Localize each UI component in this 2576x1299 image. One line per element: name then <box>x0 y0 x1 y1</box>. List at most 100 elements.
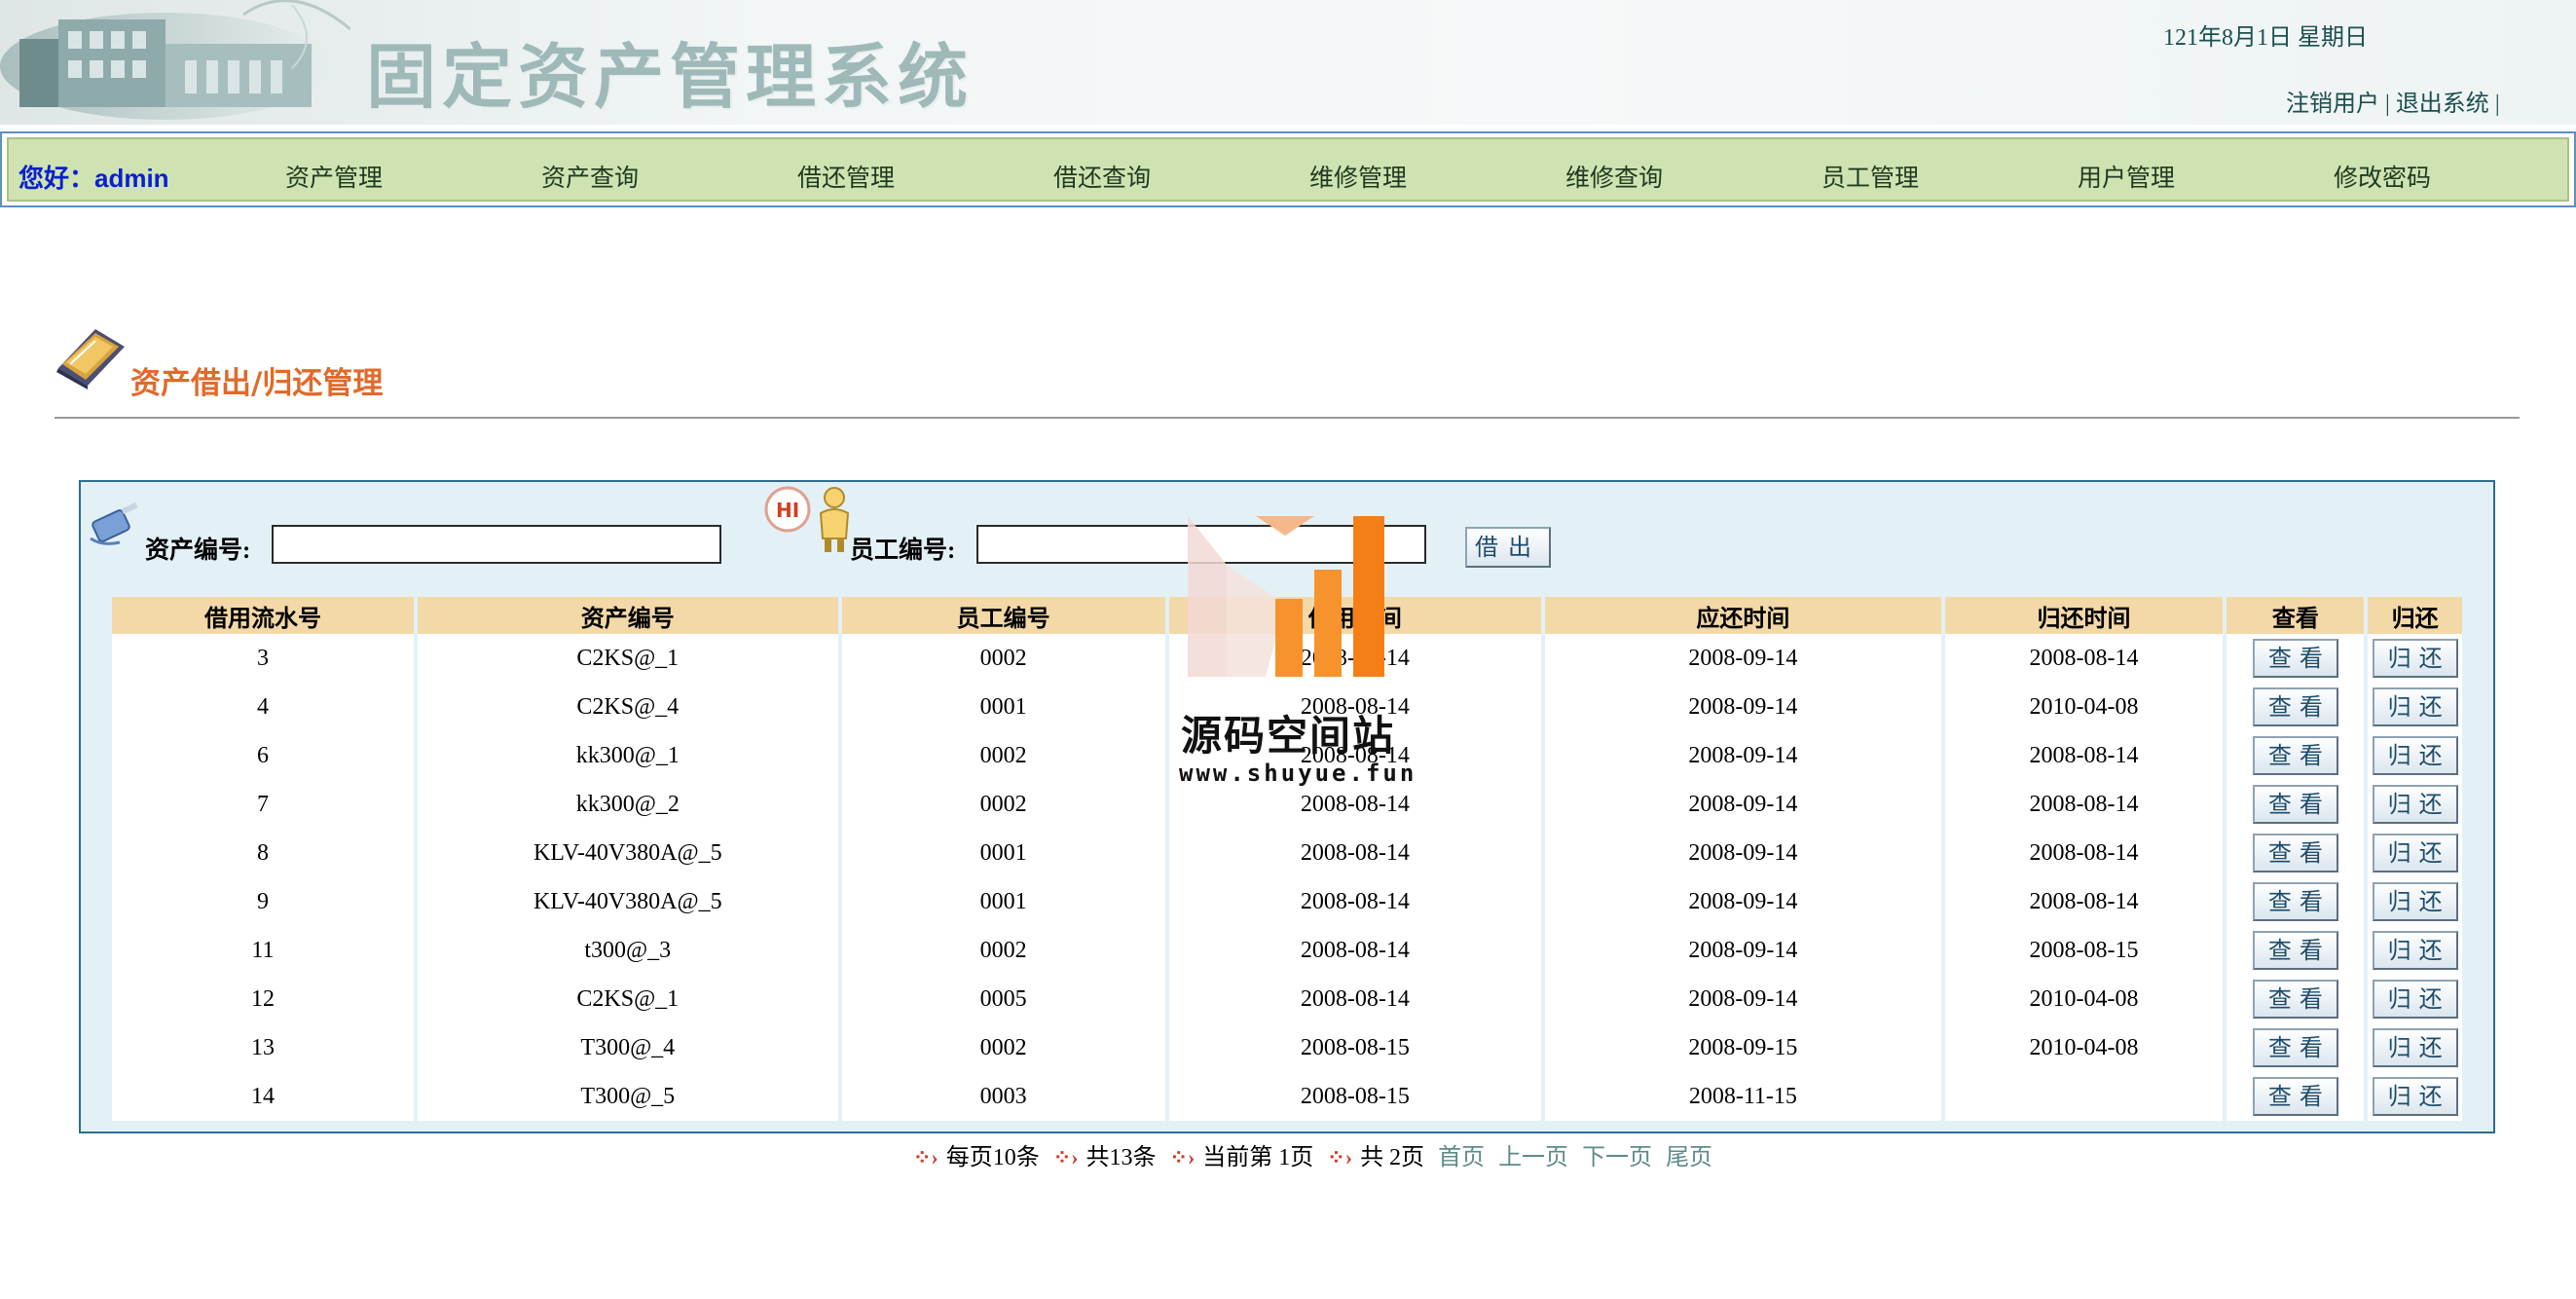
section-divider <box>55 417 2520 419</box>
cell-view: 查看 <box>2226 1072 2365 1121</box>
col-header-serial: 借用流水号 <box>112 597 414 634</box>
view-button[interactable]: 查看 <box>2252 882 2338 921</box>
cell-serial: 8 <box>112 829 414 877</box>
col-header-employee-number: 员工编号 <box>841 597 1165 634</box>
prev-page-link[interactable]: 上一页 <box>1498 1145 1568 1170</box>
red-arrow-icon: ⁘› <box>1169 1145 1196 1169</box>
cell-return: 归还 <box>2368 731 2462 780</box>
cell-return-time: 2010-04-08 <box>1944 1023 2224 1072</box>
cell-serial: 3 <box>112 634 414 683</box>
view-button[interactable]: 查看 <box>2252 980 2338 1019</box>
table-row: 12 C2KS@_1 0005 2008-08-14 2008-09-14 2010-04… <box>112 975 2462 1023</box>
header: 固定资产管理系统 121年8月1日 星期日 注销用户 | 退出系统 | <box>0 0 2576 125</box>
nav-item-borrow-management[interactable]: 借还管理 <box>797 159 895 194</box>
return-button[interactable]: 归还 <box>2372 687 2458 726</box>
cell-view: 查看 <box>2226 926 2365 975</box>
cell-return-time: 2008-08-14 <box>1944 731 2224 780</box>
col-header-asset-number: 资产编号 <box>417 597 838 634</box>
return-button[interactable]: 归还 <box>2372 834 2458 872</box>
borrow-return-panel: 资产编号: HI 员工编号: 借出 借用流水号 资产编号 员工编号 借用时间 应… <box>79 480 2495 1133</box>
cell-borrow-time: 2008-08-14 <box>1168 975 1542 1023</box>
view-button[interactable]: 查看 <box>2252 834 2338 872</box>
cell-return: 归还 <box>2368 877 2462 926</box>
view-button[interactable]: 查看 <box>2252 1077 2338 1116</box>
cell-asset-number: kk300@_2 <box>417 780 838 829</box>
return-button[interactable]: 归还 <box>2372 736 2458 775</box>
cell-employee-number: 0005 <box>841 975 1165 1023</box>
cell-return-time: 2010-04-08 <box>1944 683 2224 731</box>
asset-number-input[interactable] <box>272 525 721 564</box>
return-button[interactable]: 归还 <box>2372 785 2458 824</box>
cell-return-time <box>1944 1072 2224 1121</box>
nav-item-repair-management[interactable]: 维修管理 <box>1309 159 1407 194</box>
view-button[interactable]: 查看 <box>2252 736 2338 775</box>
nav-item-change-password[interactable]: 修改密码 <box>2334 159 2431 194</box>
pagination: ⁘› 每页10条 ⁘› 共13条 ⁘› 当前第 1页 ⁘› 共 2页 首页 上一页 下一… <box>905 1137 1720 1170</box>
return-button[interactable]: 归还 <box>2372 882 2458 921</box>
cell-return-time: 2008-08-15 <box>1944 926 2224 975</box>
cell-asset-number: t300@_3 <box>417 926 838 975</box>
per-page-text: 每页10条 <box>945 1145 1040 1170</box>
cell-return-time: 2008-08-14 <box>1944 829 2224 877</box>
exit-system-link[interactable]: 退出系统 <box>2396 92 2489 117</box>
cell-due-time: 2008-09-14 <box>1545 926 1941 975</box>
table-row: 11 t300@_3 0002 2008-08-14 2008-09-14 2008-08… <box>112 926 2462 975</box>
table-row: 9 KLV-40V380A@_5 0001 2008-08-14 2008-09-14 2… <box>112 877 2462 926</box>
return-button[interactable]: 归还 <box>2372 639 2458 678</box>
cell-serial: 4 <box>112 683 414 731</box>
system-title: 固定资产管理系统 <box>366 36 975 118</box>
cell-return-time: 2010-04-08 <box>1944 975 2224 1023</box>
nav-item-asset-management[interactable]: 资产管理 <box>285 159 383 194</box>
cell-view: 查看 <box>2226 683 2365 731</box>
employee-number-input[interactable] <box>976 525 1426 564</box>
cell-due-time: 2008-09-14 <box>1545 877 1941 926</box>
last-page-link[interactable]: 尾页 <box>1666 1145 1712 1170</box>
table-row: 14 T300@_5 0003 2008-08-15 2008-11-15 查看 归还 <box>112 1072 2462 1121</box>
cell-asset-number: C2KS@_1 <box>417 634 838 683</box>
section-title: 资产借出/归还管理 <box>130 366 384 401</box>
total-count-text: 共13条 <box>1086 1145 1157 1170</box>
cell-return: 归还 <box>2368 975 2462 1023</box>
nav-item-borrow-query[interactable]: 借还查询 <box>1053 159 1151 194</box>
cell-return: 归还 <box>2368 1023 2462 1072</box>
return-button[interactable]: 归还 <box>2372 1077 2458 1116</box>
col-header-borrow-time: 借用时间 <box>1168 597 1542 634</box>
nav-bar: 您好：admin 资产管理 资产查询 借还管理 借还查询 维修管理 维修查询 员… <box>7 137 2569 202</box>
cell-view: 查看 <box>2226 829 2365 877</box>
cell-view: 查看 <box>2226 1023 2365 1072</box>
table-row: 13 T300@_4 0002 2008-08-15 2008-09-15 2010-04… <box>112 1023 2462 1072</box>
nav-item-employee-management[interactable]: 员工管理 <box>1822 159 1919 194</box>
cell-employee-number: 0002 <box>841 780 1165 829</box>
col-header-return: 归还 <box>2368 597 2462 634</box>
cell-asset-number: C2KS@_1 <box>417 975 838 1023</box>
return-button[interactable]: 归还 <box>2372 1028 2458 1067</box>
cell-view: 查看 <box>2226 634 2365 683</box>
cell-return-time: 2008-08-14 <box>1944 780 2224 829</box>
view-button[interactable]: 查看 <box>2252 785 2338 824</box>
cell-serial: 12 <box>112 975 414 1023</box>
view-button[interactable]: 查看 <box>2252 639 2338 678</box>
cell-serial: 7 <box>112 780 414 829</box>
next-page-link[interactable]: 下一页 <box>1582 1145 1652 1170</box>
cell-serial: 11 <box>112 926 414 975</box>
cell-borrow-time: 2008-08-14 <box>1168 780 1542 829</box>
cell-due-time: 2008-09-14 <box>1545 683 1941 731</box>
table-header-row: 借用流水号 资产编号 员工编号 借用时间 应还时间 归还时间 查看 归还 <box>112 597 2462 634</box>
red-arrow-icon: ⁘› <box>1052 1145 1079 1169</box>
return-button[interactable]: 归还 <box>2372 931 2458 970</box>
borrow-button[interactable]: 借出 <box>1465 527 1551 568</box>
nav-item-repair-query[interactable]: 维修查询 <box>1565 159 1663 194</box>
view-button[interactable]: 查看 <box>2252 931 2338 970</box>
nav-item-user-management[interactable]: 用户管理 <box>2078 159 2175 194</box>
first-page-link[interactable]: 首页 <box>1438 1145 1485 1170</box>
view-button[interactable]: 查看 <box>2252 687 2338 726</box>
nav-item-asset-query[interactable]: 资产查询 <box>541 159 639 194</box>
cell-due-time: 2008-09-14 <box>1545 975 1941 1023</box>
plug-icon <box>90 501 138 545</box>
view-button[interactable]: 查看 <box>2252 1028 2338 1067</box>
return-button[interactable]: 归还 <box>2372 980 2458 1019</box>
logout-user-link[interactable]: 注销用户 <box>2286 92 2379 117</box>
cell-view: 查看 <box>2226 731 2365 780</box>
cell-view: 查看 <box>2226 975 2365 1023</box>
total-pages-text: 共 2页 <box>1360 1145 1425 1170</box>
